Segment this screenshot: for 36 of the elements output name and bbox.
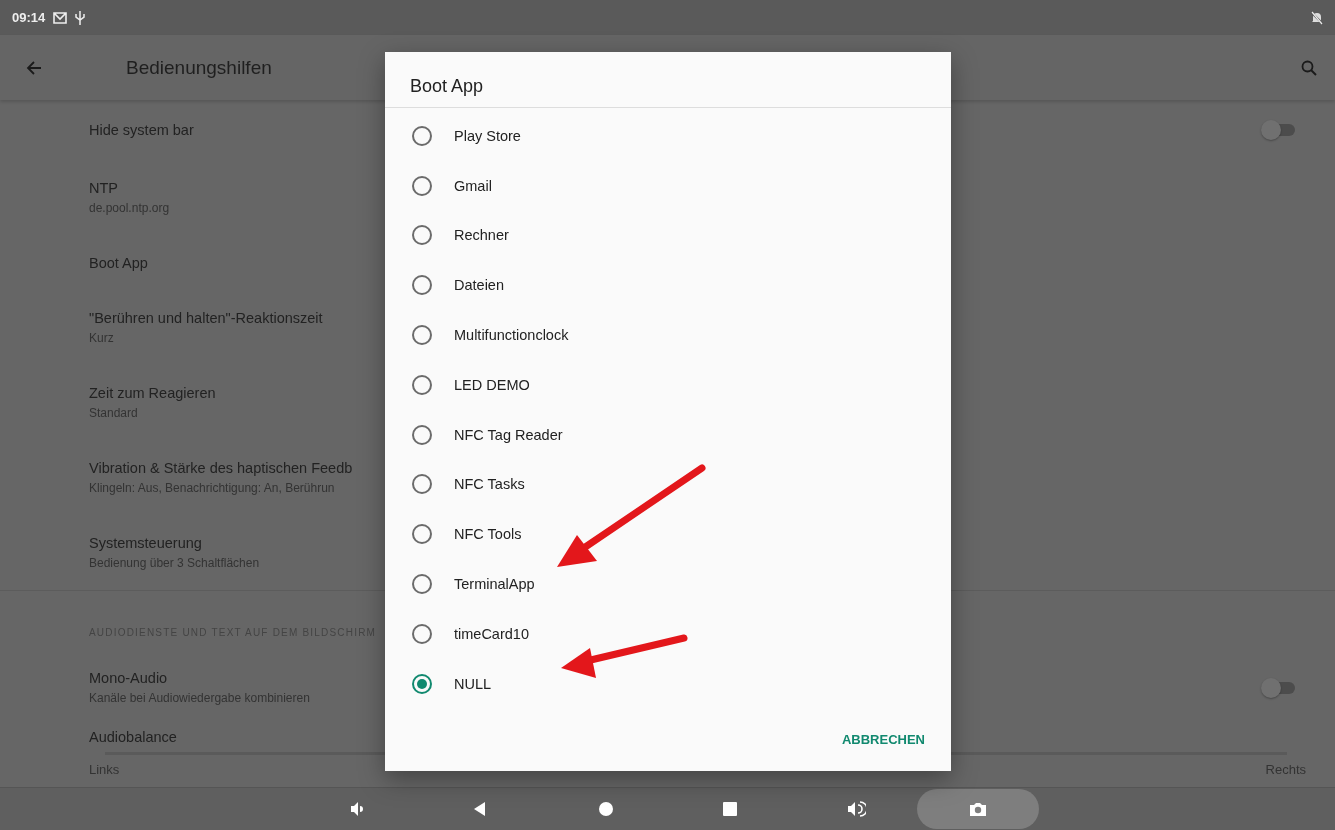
- radio-button[interactable]: [412, 125, 432, 146]
- radio-button[interactable]: [412, 225, 432, 246]
- back-arrow-icon[interactable]: [26, 59, 42, 76]
- radio-button[interactable]: [412, 424, 432, 445]
- toggle-switch[interactable]: [1261, 677, 1295, 698]
- radio-button[interactable]: [412, 175, 432, 196]
- page-title: Bedienungshilfen: [126, 56, 272, 79]
- radio-button[interactable]: [412, 524, 432, 545]
- radio-option[interactable]: NFC Tasks: [385, 459, 951, 510]
- radio-option[interactable]: Multifunctionclock: [385, 310, 951, 360]
- radio-button[interactable]: [412, 325, 432, 346]
- toggle-switch[interactable]: [1261, 120, 1295, 140]
- radio-button[interactable]: [412, 574, 432, 595]
- radio-button[interactable]: [412, 275, 432, 296]
- radio-option[interactable]: Play Store: [385, 111, 951, 161]
- radio-button[interactable]: [412, 474, 432, 495]
- camera-icon[interactable]: [917, 789, 1039, 829]
- mail-icon: [53, 11, 68, 24]
- setting-title: Audiobalance: [89, 729, 177, 745]
- home-icon[interactable]: [596, 800, 616, 818]
- radio-option[interactable]: LED DEMO: [385, 360, 951, 410]
- recents-icon[interactable]: [720, 800, 740, 818]
- radio-button[interactable]: [412, 623, 432, 644]
- usb-icon: [75, 10, 86, 25]
- radio-option[interactable]: Gmail: [385, 160, 951, 211]
- status-time: 09:14: [12, 10, 46, 25]
- radio-option[interactable]: NFC Tag Reader: [385, 409, 951, 460]
- radio-option[interactable]: Rechner: [385, 210, 951, 261]
- muted-bell-icon: [1311, 10, 1323, 25]
- radio-button[interactable]: [412, 374, 432, 395]
- radio-option[interactable]: Dateien: [385, 260, 951, 311]
- volume-up-icon[interactable]: [846, 800, 866, 818]
- cancel-button[interactable]: ABBRECHEN: [839, 724, 927, 756]
- radio-button[interactable]: [412, 673, 432, 694]
- search-icon[interactable]: [1301, 59, 1317, 76]
- dialog-title: Boot App: [385, 52, 951, 108]
